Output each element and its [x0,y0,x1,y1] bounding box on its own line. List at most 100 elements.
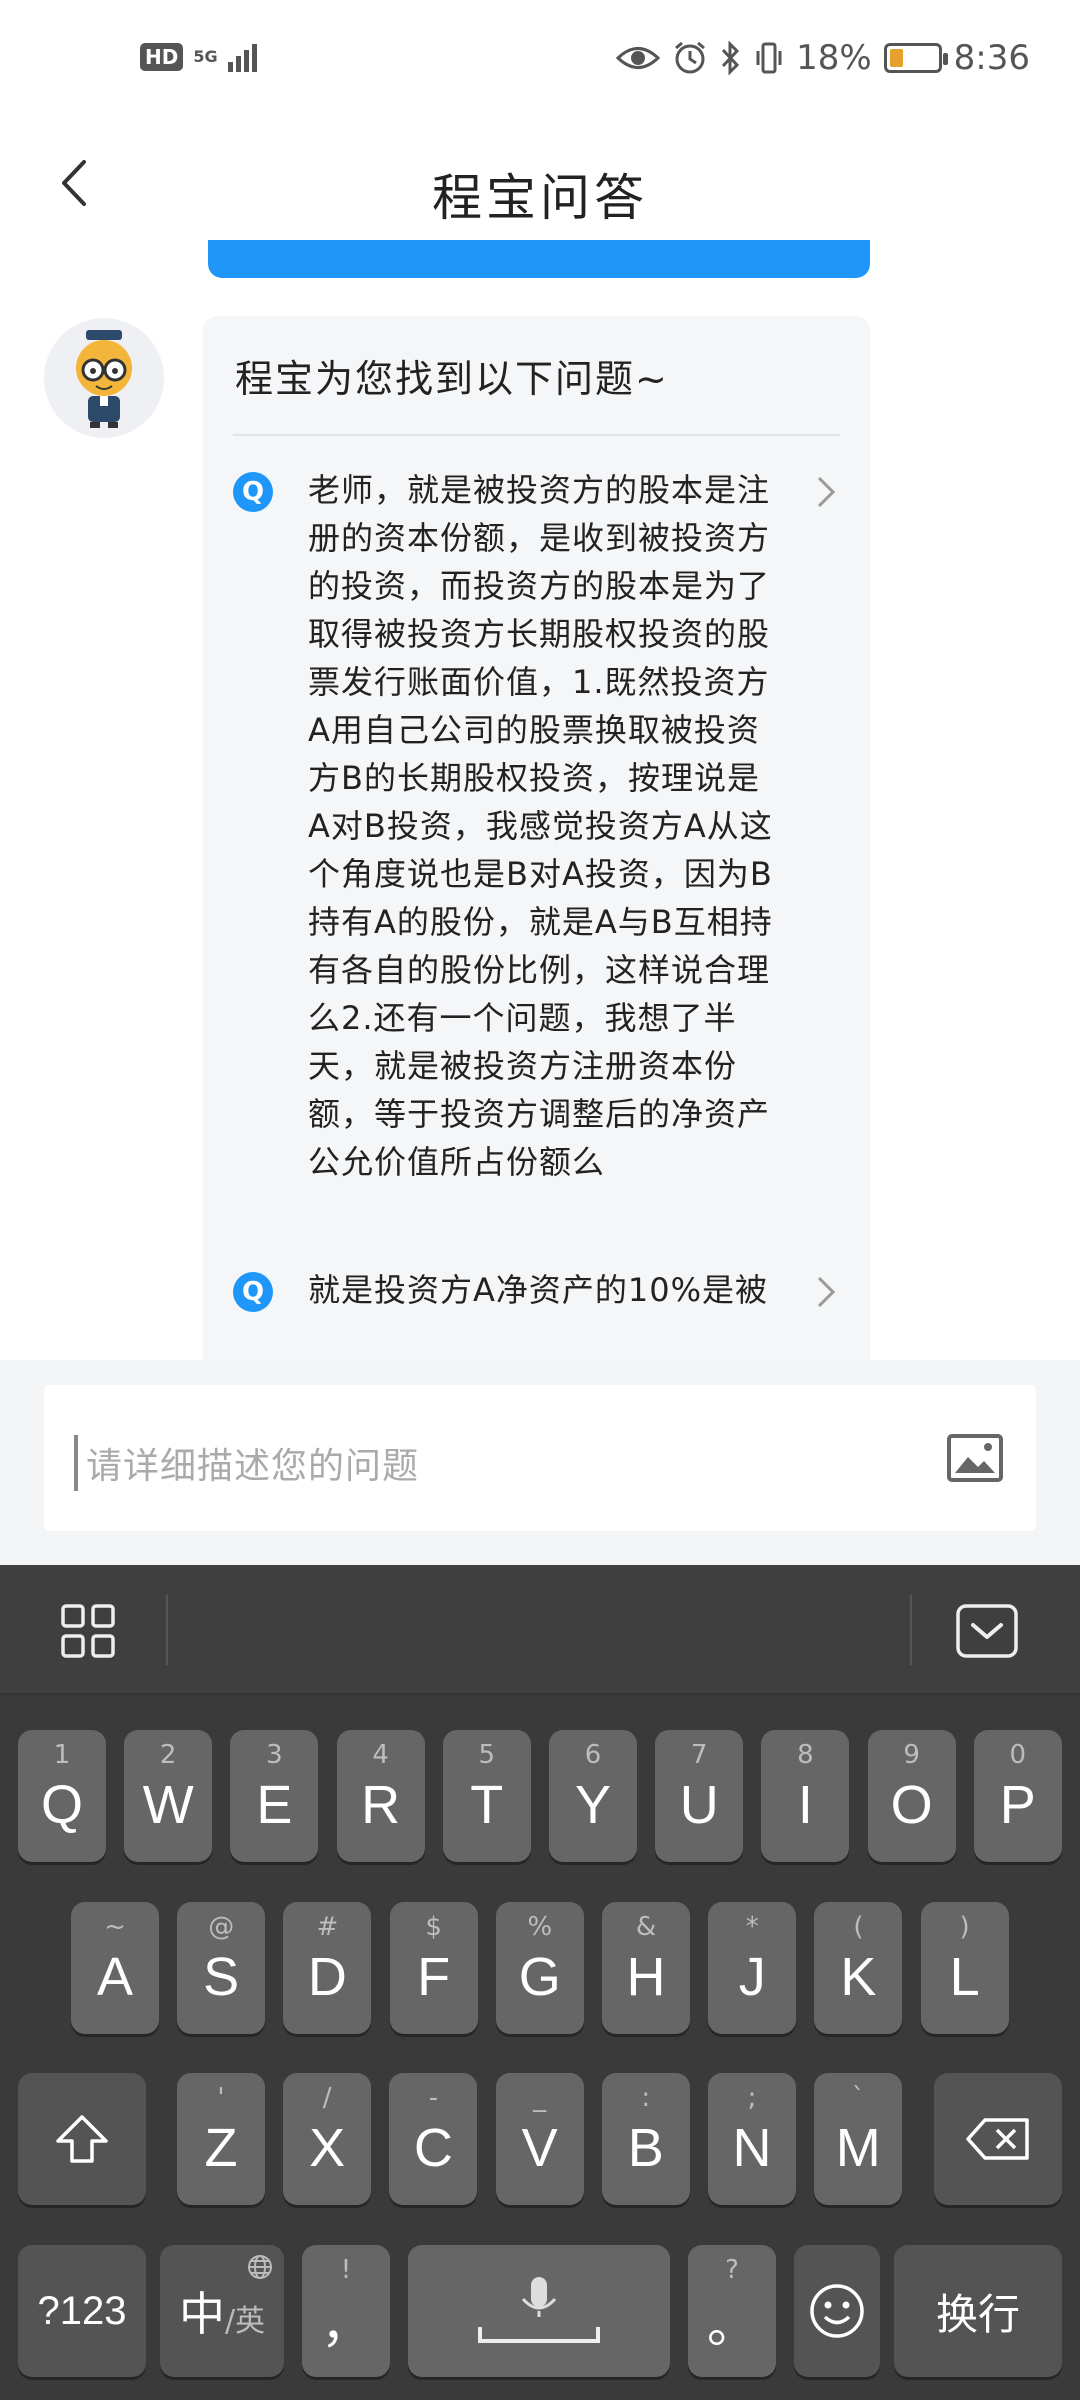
hide-keyboard-icon[interactable] [955,1603,1019,1659]
question-input[interactable]: 请详细描述您的问题 [44,1385,1036,1531]
key-label: Y [574,1775,612,1835]
key-secondary-label: # [316,1912,339,1942]
key-f[interactable]: $ F [389,1902,478,2034]
question-item[interactable]: Q 就是投资方A净资产的10%是被 [233,1266,843,1326]
bubble-title: 程宝为您找到以下问题~ [235,357,669,401]
clock: 8:36 [953,38,1030,78]
signal-icon [227,42,257,72]
key-n[interactable]: ; N [708,2073,796,2205]
assistant-avatar [44,318,164,438]
grid-menu-icon[interactable] [60,1603,116,1659]
question-text: 老师，就是被投资方的股本是注册的资本份额，是收到被投资方的投资，而投资方的股本是… [308,471,773,1181]
key-label: V [521,2118,558,2178]
key-label: L [949,1947,980,2007]
key-secondary-label: 6 [584,1740,602,1770]
key-c[interactable]: -C [389,2073,478,2205]
bluetooth-icon [721,41,740,75]
key-secondary-label: 5 [478,1740,496,1770]
key-z[interactable]: ' Z [177,2073,265,2205]
eye-icon [616,47,661,69]
key-secondary-label: 0 [1009,1740,1027,1770]
key-label: K [840,1947,877,2007]
question-item[interactable]: Q 老师，就是被投资方的股本是注册的资本份额，是收到被投资方的投资，而投资方的股… [233,466,843,1226]
key-secondary-label: $ [425,1912,442,1942]
key-x[interactable]: / X [283,2073,372,2205]
key-label: J [738,1947,766,2007]
chat-area[interactable]: 程宝为您找到以下问题~ Q 老师，就是被投资方的股本是注册的资本份额，是收到被投… [0,240,1080,1360]
text-caret [74,1435,78,1491]
q-badge-icon: Q [233,472,273,512]
key-secondary-label: % [527,1912,553,1942]
key-secondary-label: ~ [104,1912,126,1942]
battery-icon [883,43,948,73]
key-label: U [679,1775,719,1835]
emoji-icon [810,2284,864,2338]
input-placeholder: 请详细描述您的问题 [86,1446,420,1487]
key-j[interactable]: * J [708,1902,797,2034]
toolbar-separator [910,1595,912,1665]
key-y[interactable]: 6Y [549,1730,637,1862]
key-d[interactable]: # D [283,1902,372,2034]
key-o[interactable]: 9O [867,1730,956,1862]
period-key[interactable]: ? 。 [688,2245,776,2377]
key-label: S [203,1947,240,2007]
q-badge-icon: Q [233,1272,273,1312]
battery-percent: 18% [796,38,872,78]
key-secondary-label: & [635,1912,657,1942]
key-secondary-label: ; [747,2083,757,2113]
key-secondary-label: ( [853,1912,864,1942]
key-secondary-label: 7 [690,1740,708,1770]
key-w[interactable]: 2W [124,1730,213,1862]
key-m[interactable]: ` M [814,2073,903,2205]
keyboard-toolbar [0,1565,1080,1695]
key-secondary-label: 3 [266,1740,283,1770]
key-label: B [627,2118,664,2178]
microphone-icon [478,2277,600,2343]
key-p[interactable]: 0P [973,1730,1062,1862]
chinese-label: 中 [178,2287,225,2341]
key-label: R [361,1775,401,1835]
key-label: X [309,2118,346,2178]
key-label: M [835,2118,881,2178]
key-u[interactable]: 7U [655,1730,744,1862]
key-b[interactable]: :B [601,2073,690,2205]
top-app-bar: 程宝问答 [0,130,1080,240]
shift-key[interactable] [18,2073,146,2205]
key-q[interactable]: 1Q [18,1730,106,1862]
emoji-key[interactable] [794,2245,880,2377]
numbers-key[interactable]: ?123 [18,2245,146,2377]
key-g[interactable]: % G [495,1902,584,2034]
key-l[interactable]: ) L [920,1902,1009,2034]
key-secondary-label: @ [208,1912,235,1942]
space-voice-key[interactable] [408,2245,670,2377]
key-h[interactable]: & H [602,1902,690,2034]
key-s[interactable]: @ S [177,1902,266,2034]
key-label: A [96,1947,134,2007]
key-r[interactable]: 4R [336,1730,425,1862]
key-secondary-label: 4 [372,1740,389,1770]
key-label: W [142,1775,194,1835]
english-label: /英 [224,2304,266,2339]
key-label: F [417,1947,451,2007]
key-label: P [999,1775,1036,1835]
key-label: Q [40,1775,83,1835]
image-icon[interactable] [946,1433,1004,1483]
key-secondary-label: ' [217,2083,225,2113]
enter-key[interactable]: 换行 [894,2245,1062,2377]
shift-icon [56,2115,108,2163]
key-e[interactable]: 3E [230,1730,319,1862]
key-secondary-label: _ [533,2083,547,2113]
comma-key[interactable]: ! ， [302,2245,390,2377]
language-switch-key[interactable]: 中 /英 [160,2245,284,2377]
alarm-icon [675,41,706,74]
key-v[interactable]: _ V [495,2073,584,2205]
divider [233,434,840,436]
key-i[interactable]: 8I [761,1730,850,1862]
key-t[interactable]: 5T [442,1730,531,1862]
backspace-key[interactable] [934,2073,1062,2205]
key-label: O [890,1775,933,1835]
chevron-right-icon [817,1276,836,1308]
composer: 请详细描述您的问题 [0,1360,1080,1565]
key-k[interactable]: (K [814,1902,903,2034]
key-a[interactable]: ~ A [71,1902,159,2034]
